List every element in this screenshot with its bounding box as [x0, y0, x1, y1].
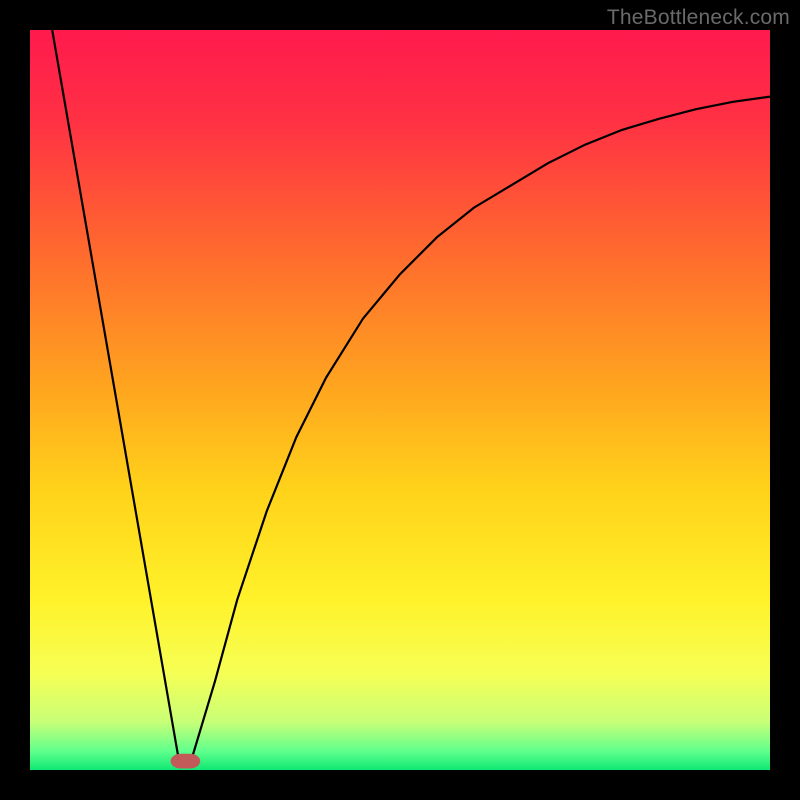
chart-svg: [30, 30, 770, 770]
plot-area: [30, 30, 770, 770]
bottleneck-marker: [171, 754, 201, 769]
watermark-text: TheBottleneck.com: [607, 6, 790, 30]
gradient-background: [30, 30, 770, 770]
chart-frame: TheBottleneck.com: [0, 0, 800, 800]
